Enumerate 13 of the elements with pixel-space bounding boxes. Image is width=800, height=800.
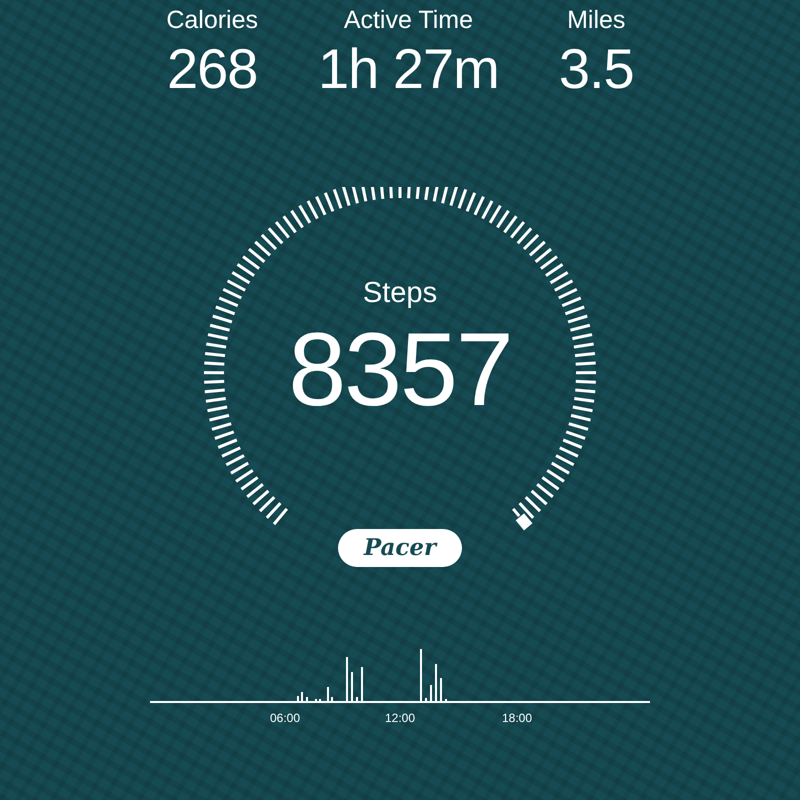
steps-label: Steps — [362, 279, 438, 308]
axis-label: 06:00 — [270, 710, 300, 727]
stat-label: Miles — [567, 8, 626, 33]
stat-label: Calories — [166, 8, 258, 33]
axis-label: 18:00 — [502, 710, 532, 727]
progress-marker — [514, 512, 534, 532]
pacer-logo: Pacer — [338, 529, 462, 567]
stat-value: 3.5 — [558, 41, 634, 97]
steps-value: 8357 — [288, 318, 512, 422]
axis-label: 12:00 — [384, 710, 416, 727]
stat-label: Active Time — [344, 8, 474, 33]
stat-value: 1h 27m — [318, 41, 499, 97]
stat-value: 268 — [166, 41, 258, 97]
